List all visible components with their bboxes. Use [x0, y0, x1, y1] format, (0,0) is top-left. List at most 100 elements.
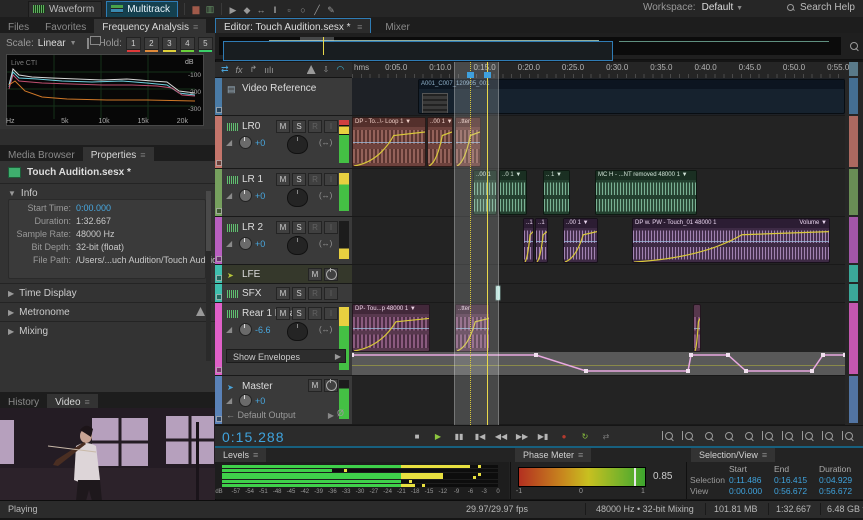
- spectral-display-icon[interactable]: ▆: [189, 4, 203, 15]
- clip[interactable]: ..00 1 ▼: [427, 117, 453, 167]
- brush-tool-icon[interactable]: ✎: [324, 5, 338, 16]
- track-r-button[interactable]: R: [308, 120, 322, 133]
- track-name[interactable]: LR 1: [242, 174, 263, 185]
- volume-value[interactable]: +0: [255, 138, 265, 148]
- play-button[interactable]: ▶: [431, 430, 445, 443]
- panel-menu-icon[interactable]: ≡: [193, 22, 198, 32]
- timeline-ruler[interactable]: 0:05.00:10.00:15.00:20.00:25.00:30.00:35…: [352, 62, 845, 79]
- track-header-lr0[interactable]: LR0MSRI◢+0(↔): [215, 116, 352, 169]
- track-m-button[interactable]: M: [276, 287, 290, 300]
- track-m-button[interactable]: M: [276, 173, 290, 186]
- track-select-box[interactable]: [216, 160, 222, 166]
- track-name[interactable]: LFE: [242, 269, 260, 280]
- fx-icon[interactable]: fx: [236, 65, 243, 75]
- multitrack-view-button[interactable]: Multitrack: [106, 1, 178, 18]
- track-i-button[interactable]: I: [324, 173, 338, 186]
- track-i-button[interactable]: I: [324, 307, 338, 320]
- skip-selection-button[interactable]: ⇄: [599, 430, 613, 443]
- move-tool-icon[interactable]: ▶: [226, 5, 240, 16]
- metronome-icon[interactable]: [307, 65, 316, 74]
- clip[interactable]: .. 1 ▼: [543, 170, 570, 215]
- navigator-viewport[interactable]: [223, 41, 613, 61]
- track-i-button[interactable]: I: [324, 287, 338, 300]
- track-lane-lfe[interactable]: [352, 265, 845, 284]
- frequency-graph[interactable]: Live CTI dB -100-200-300: [6, 54, 204, 126]
- track-name[interactable]: LR 2: [242, 222, 263, 233]
- track-header-lfe[interactable]: LFE➤M: [215, 265, 352, 284]
- fast-forward-button[interactable]: ▶▶: [515, 430, 529, 443]
- track-lane-sfx[interactable]: [352, 284, 845, 303]
- clip[interactable]: [693, 304, 701, 352]
- track-r-button[interactable]: R: [308, 173, 322, 186]
- properties-scrollbar[interactable]: [206, 191, 211, 361]
- playhead-line[interactable]: [487, 62, 488, 425]
- volume-value[interactable]: +0: [255, 191, 265, 201]
- clip[interactable]: ..00 1 ▼: [563, 218, 598, 263]
- time-value[interactable]: 0:04.929: [819, 475, 863, 485]
- chevron-down-icon[interactable]: ▼: [70, 40, 77, 47]
- zoom-in-at-out-point-button[interactable]: [682, 430, 695, 443]
- zoom-in-vertical-button[interactable]: [802, 430, 815, 443]
- zoom-out-horizontal-button[interactable]: [782, 430, 795, 443]
- track-select-box[interactable]: [216, 367, 222, 373]
- volume-value[interactable]: +0: [255, 239, 265, 249]
- zoom-in-horizontal-button[interactable]: [762, 430, 775, 443]
- copy-graph-icon[interactable]: [87, 38, 89, 49]
- track-s-button[interactable]: S: [292, 307, 306, 320]
- vertical-scrollbar[interactable]: [849, 62, 858, 76]
- track-select-box[interactable]: [216, 275, 222, 281]
- time-value[interactable]: 0:56.672: [774, 486, 819, 496]
- section-metronome[interactable]: ▶Metronome: [0, 302, 215, 321]
- zoom-out-full-horizontal-button[interactable]: [702, 430, 715, 443]
- track-m-button[interactable]: M: [276, 120, 290, 133]
- track-select-box[interactable]: [216, 416, 222, 422]
- track-r-button[interactable]: R: [308, 307, 322, 320]
- hold-button-3[interactable]: 3: [162, 37, 177, 50]
- track-select-box[interactable]: [216, 107, 222, 113]
- tab-phase-meter[interactable]: Phase Meter≡: [515, 448, 591, 462]
- track-s-button[interactable]: S: [292, 287, 306, 300]
- zoom-out-vertical-button[interactable]: [822, 430, 835, 443]
- output-selector[interactable]: ← Default Output▶: [226, 409, 334, 422]
- clip[interactable]: DP - To...\- Loop 1 ▼: [352, 117, 426, 167]
- hold-button-4[interactable]: 4: [180, 37, 195, 50]
- clip[interactable]: MC H - ...NT removed 48000 1 ▼: [595, 170, 697, 215]
- tab-levels[interactable]: Levels≡: [215, 448, 266, 462]
- pan-knob[interactable]: [287, 322, 308, 341]
- track-header-rear[interactable]: Rear 1 DelayMSRI◢-6.6(↔)Show Envelopes▶: [215, 303, 352, 376]
- sends-icon[interactable]: ↱: [250, 64, 258, 75]
- track-header-lr2[interactable]: LR 2MSRI◢+0(↔): [215, 217, 352, 265]
- search-help[interactable]: Search Help: [787, 2, 855, 13]
- pan-knob[interactable]: [287, 188, 308, 207]
- stereo-link-icon[interactable]: (↔): [319, 239, 332, 248]
- panel-menu-icon[interactable]: ≡: [355, 22, 363, 32]
- selection-in-handle[interactable]: [467, 72, 474, 78]
- info-field-value[interactable]: 0:00.000: [76, 203, 111, 213]
- stereo-link-icon[interactable]: (↔): [319, 138, 332, 147]
- hold-button-5[interactable]: 5: [198, 37, 213, 50]
- razor-tool-icon[interactable]: ◆: [240, 5, 254, 16]
- volume-value[interactable]: -6.6: [255, 325, 271, 335]
- panel-menu-icon[interactable]: ≡: [140, 150, 145, 160]
- clip[interactable]: ..0 1 ▼: [499, 170, 527, 215]
- volume-knob[interactable]: [239, 237, 252, 250]
- rewind-button[interactable]: ◀◀: [494, 430, 508, 443]
- zoom-in-at-in-point-button[interactable]: [662, 430, 675, 443]
- marquee-selection-tool-icon[interactable]: ▫: [282, 5, 296, 15]
- zoom-out-full-vertical-button[interactable]: [722, 430, 735, 443]
- stereo-link-icon[interactable]: (↔): [319, 325, 332, 334]
- section-time-display[interactable]: ▶Time Display: [0, 283, 215, 302]
- volume-knob[interactable]: [239, 136, 252, 149]
- automation-lane[interactable]: [352, 352, 845, 376]
- time-value[interactable]: 0:56.672: [819, 486, 863, 496]
- track-inputs-icon[interactable]: ⇄: [221, 64, 229, 75]
- zoom-to-selection-button[interactable]: [842, 430, 855, 443]
- hold-button-2[interactable]: 2: [144, 37, 159, 50]
- timeline-navigator[interactable]: [215, 33, 863, 60]
- track-power-button[interactable]: [324, 268, 338, 281]
- line-tool-icon[interactable]: ╱: [310, 5, 324, 16]
- show-envelopes-button[interactable]: Show Envelopes▶: [226, 349, 346, 363]
- track-select-box[interactable]: [216, 256, 222, 262]
- drop-zone-icon[interactable]: ⇩: [323, 65, 330, 74]
- track-power-button[interactable]: [324, 379, 338, 392]
